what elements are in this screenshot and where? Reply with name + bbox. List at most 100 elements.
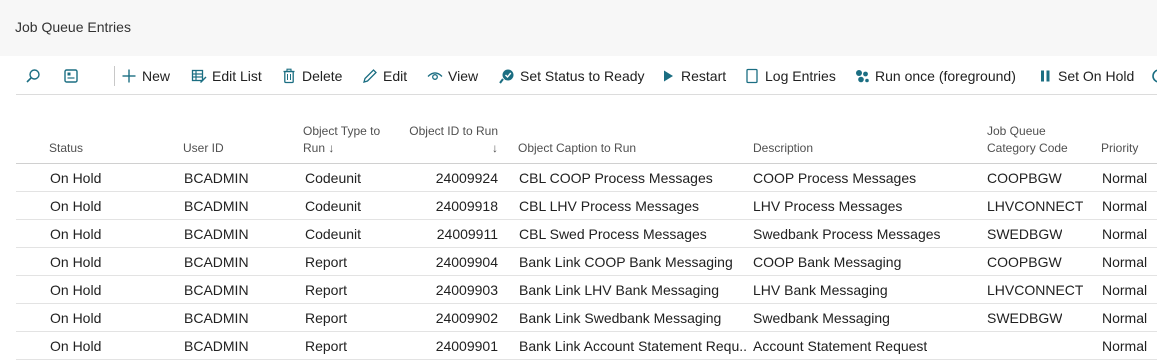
header-user-id[interactable]: User ID [183,140,224,157]
run-once-icon [853,67,871,85]
cell-object-id: 24009904 [435,254,498,270]
cell-priority: Normal [1102,282,1148,298]
cell-user-id: BCADMIN [184,170,249,186]
cell-status[interactable]: On Hold [50,226,101,242]
table-row[interactable]: On Hold BCADMIN Report 24009903 Bank Lin… [16,276,1157,304]
cell-object-caption: Bank Link COOP Bank Messaging [519,254,733,270]
cell-user-id: BCADMIN [184,310,249,326]
cell-object-id: 24009918 [435,198,498,214]
header-object-caption[interactable]: Object Caption to Run [518,140,636,157]
set-on-hold-button[interactable]: Set On Hold [1036,64,1134,88]
status-ready-icon [498,67,516,85]
cell-priority: Normal [1102,226,1148,242]
run-once-label: Run once (foreground) [875,68,1016,84]
cell-object-type: Report [305,282,348,298]
cell-user-id: BCADMIN [184,226,249,242]
edit-button[interactable]: Edit [361,64,407,88]
layout-icon [62,67,80,85]
header-category-code[interactable]: Job Queue Category Code [987,123,1082,157]
grid-header: Status User ID Object Type to Run ↓ Obje… [16,116,1157,164]
pencil-icon [361,67,379,85]
cell-status[interactable]: On Hold [50,198,101,214]
delete-label: Delete [302,68,343,84]
play-icon [659,67,677,85]
pause-icon [1036,67,1054,85]
cell-object-id: 24009901 [435,338,498,354]
new-button[interactable]: New [120,64,170,88]
cell-object-type: Report [305,254,348,270]
cell-user-id: BCADMIN [184,282,249,298]
layout-button[interactable] [62,64,84,88]
header-status[interactable]: Status [49,140,83,157]
delete-button[interactable]: Delete [280,64,342,88]
header-object-type[interactable]: Object Type to Run ↓ [303,123,395,157]
cell-priority: Normal [1102,310,1148,326]
search-icon [24,67,42,85]
trash-icon [280,67,298,85]
cell-object-id: 24009902 [435,310,498,326]
cell-user-id: BCADMIN [184,254,249,270]
cell-status[interactable]: On Hold [50,338,101,354]
cell-status[interactable]: On Hold [50,282,101,298]
cell-description: COOP Bank Messaging [753,254,902,270]
header-object-id[interactable]: Object ID to Run ↓ [402,123,498,157]
header-description[interactable]: Description [753,140,813,157]
log-icon [743,67,761,85]
cell-object-caption: CBL LHV Process Messages [519,198,699,214]
cell-description: LHV Process Messages [753,198,903,214]
cell-status[interactable]: On Hold [50,170,101,186]
more-actions-button[interactable] [1150,64,1157,88]
table-row[interactable]: On Hold BCADMIN Codeunit 24009918 CBL LH… [16,192,1157,220]
cell-status[interactable]: On Hold [50,310,101,326]
table-row[interactable]: On Hold BCADMIN Report 24009901 Bank Lin… [16,332,1157,360]
edit-list-button[interactable]: Edit List [190,64,262,88]
cell-object-caption: Bank Link LHV Bank Messaging [519,282,719,298]
view-button[interactable]: View [426,64,478,88]
set-on-hold-label: Set On Hold [1058,68,1135,84]
run-once-button[interactable]: Run once (foreground) [853,64,1016,88]
more-icon [1150,67,1157,85]
cell-status[interactable]: On Hold [50,254,101,270]
cell-object-id: 24009903 [435,282,498,298]
cell-object-caption: Bank Link Account Statement Requ... [519,338,747,354]
eye-icon [426,67,444,85]
cell-priority: Normal [1102,338,1148,354]
set-status-ready-label: Set Status to Ready [520,68,645,84]
cell-category-code: SWEDBGW [987,226,1063,242]
log-entries-button[interactable]: Log Entries [743,64,836,88]
cell-priority: Normal [1102,198,1148,214]
cell-priority: Normal [1102,170,1148,186]
table-row[interactable]: On Hold BCADMIN Codeunit 24009911 CBL Sw… [16,220,1157,248]
table-row[interactable]: On Hold BCADMIN Report 24009904 Bank Lin… [16,248,1157,276]
cell-object-id: 24009911 [436,226,498,242]
header-priority[interactable]: Priority [1101,140,1138,157]
table-row[interactable]: On Hold BCADMIN Codeunit 24009924 CBL CO… [16,164,1157,192]
content-area: New Edit List Delete Edit View Set Statu… [0,56,1157,363]
cell-object-type: Report [305,310,348,326]
cell-description: COOP Process Messages [753,170,917,186]
cell-category-code: LHVCONNECT [987,282,1084,298]
cell-user-id: BCADMIN [184,338,249,354]
set-status-ready-button[interactable]: Set Status to Ready [498,64,645,88]
cell-category-code: COOPBGW [987,254,1062,270]
restart-button[interactable]: Restart [659,64,726,88]
cell-description: Swedbank Process Messages [753,226,941,242]
table-row[interactable]: On Hold BCADMIN Report 24009902 Bank Lin… [16,304,1157,332]
cell-category-code: COOPBGW [987,170,1062,186]
cell-description: Account Statement Request [753,338,928,354]
cell-object-type: Report [305,338,348,354]
plus-icon [120,67,138,85]
page-title: Job Queue Entries [15,19,131,35]
cell-priority: Normal [1102,254,1148,270]
cell-object-id: 24009924 [435,170,498,186]
cell-object-type: Codeunit [305,226,362,242]
cell-object-type: Codeunit [305,170,362,186]
cell-category-code: SWEDBGW [987,310,1063,326]
cell-object-caption: Bank Link Swedbank Messaging [519,310,722,326]
cell-object-type: Codeunit [305,198,362,214]
restart-label: Restart [681,68,727,84]
search-button[interactable] [24,64,46,88]
new-label: New [142,68,171,84]
cell-description: LHV Bank Messaging [753,282,888,298]
edit-label: Edit [383,68,408,84]
